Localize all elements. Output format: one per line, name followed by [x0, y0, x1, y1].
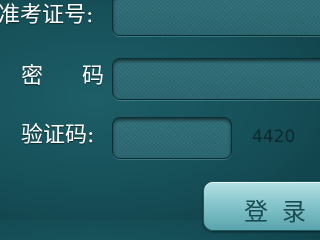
- login-form: 准考证号: 密 码: 验证码: 4420 登录: [0, 0, 320, 231]
- captcha-code[interactable]: 4420: [252, 126, 295, 148]
- login-button[interactable]: 登录: [203, 181, 320, 231]
- exam-id-input[interactable]: [112, 0, 320, 36]
- captcha-input[interactable]: [112, 117, 232, 159]
- captcha-label: 验证码:: [21, 123, 95, 148]
- exam-id-label: 准考证号:: [0, 3, 94, 28]
- password-input[interactable]: [112, 58, 320, 100]
